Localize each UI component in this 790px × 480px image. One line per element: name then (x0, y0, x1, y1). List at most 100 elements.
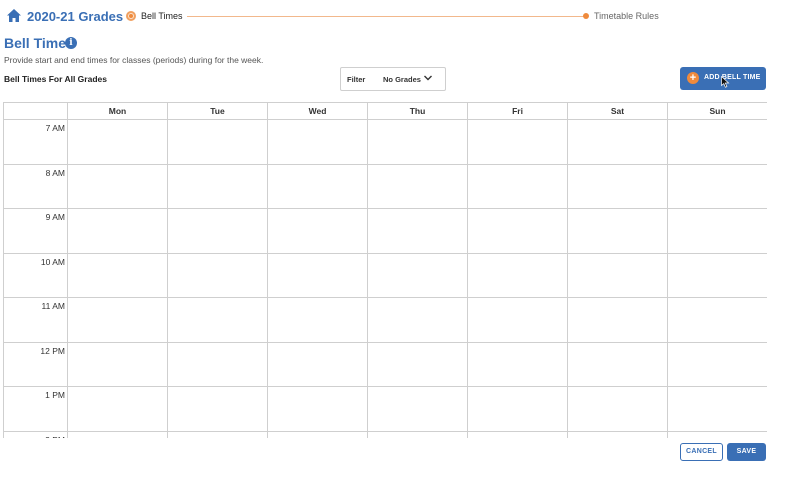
time-slot-mon[interactable] (68, 253, 168, 298)
step-bell-times[interactable]: Bell Times (141, 11, 183, 21)
step-next-icon (583, 13, 589, 19)
cancel-button[interactable]: CANCEL (680, 443, 723, 461)
plus-circle-icon: + (687, 72, 699, 84)
grade-title[interactable]: 2020-21 Grades (27, 9, 123, 24)
hour-label: 10 AM (40, 256, 65, 267)
time-slot-wed[interactable] (268, 120, 368, 165)
time-slot-fri[interactable] (468, 342, 568, 387)
time-slot-mon[interactable] (68, 298, 168, 343)
stepper-header: 2020-21 Grades Bell Times Timetable Rule… (0, 0, 790, 32)
step-timetable-rules[interactable]: Timetable Rules (594, 11, 659, 21)
time-slot-tue[interactable] (168, 431, 268, 438)
time-slot-fri[interactable] (468, 120, 568, 165)
time-slot-tue[interactable] (168, 298, 268, 343)
time-slot-sat[interactable] (568, 253, 668, 298)
time-slot-sat[interactable] (568, 342, 668, 387)
time-slot-sat[interactable] (568, 209, 668, 254)
time-slot-tue[interactable] (168, 387, 268, 432)
grade-filter-select[interactable]: Filter No Grades (340, 67, 446, 91)
day-header-thu: Thu (368, 103, 468, 120)
hour-label: 12 PM (40, 345, 65, 356)
time-slot-sun[interactable] (668, 254, 767, 298)
time-slot-wed[interactable] (268, 209, 368, 254)
time-slot-tue[interactable] (168, 253, 268, 298)
time-slot-mon[interactable] (68, 120, 168, 165)
time-slot-thu[interactable] (368, 298, 468, 343)
time-slot-sun[interactable] (668, 432, 767, 439)
time-row-label: 10 AM (4, 253, 68, 298)
time-slot-fri[interactable] (468, 209, 568, 254)
time-row-label: 7 AM (4, 120, 68, 165)
time-slot-mon[interactable] (68, 387, 168, 432)
time-slot-sun[interactable] (668, 387, 767, 432)
time-slot-sun[interactable] (668, 120, 767, 165)
time-slot-sat[interactable] (568, 120, 668, 165)
time-slot-thu[interactable] (368, 120, 468, 165)
time-slot-thu[interactable] (368, 342, 468, 387)
time-slot-tue[interactable] (168, 120, 268, 165)
time-slot-wed[interactable] (268, 431, 368, 438)
time-slot-sun[interactable] (668, 343, 767, 387)
time-slot-fri[interactable] (468, 164, 568, 209)
weekly-calendar: Mon Tue Wed Thu Fri Sat Sun 7 AM 8 AM 9 AM 10 AM 11… (3, 102, 767, 438)
time-slot-tue[interactable] (168, 342, 268, 387)
time-slot-wed[interactable] (268, 387, 368, 432)
time-row-label: 8 AM (4, 164, 68, 209)
filter-value: No Grades (383, 75, 421, 84)
time-row-label: 2 PM (4, 431, 68, 439)
filter-label: Filter (347, 75, 366, 84)
time-row-label: 12 PM (4, 342, 68, 387)
home-icon[interactable] (7, 9, 21, 22)
time-slot-fri[interactable] (468, 298, 568, 343)
time-slot-sat[interactable] (568, 164, 668, 209)
time-slot-mon[interactable] (68, 209, 168, 254)
day-header-wed: Wed (268, 103, 368, 120)
section-label: Bell Times For All Grades (4, 74, 107, 84)
time-slot-fri[interactable] (468, 431, 568, 438)
time-slot-thu[interactable] (368, 431, 468, 438)
calendar-corner-cell (4, 103, 68, 120)
bell-times-page: 2020-21 Grades Bell Times Timetable Rule… (0, 0, 790, 480)
time-slot-sun[interactable] (668, 209, 767, 254)
time-slot-mon[interactable] (68, 431, 168, 438)
hour-label: 1 PM (45, 390, 65, 400)
day-header-mon: Mon (68, 103, 168, 120)
time-slot-thu[interactable] (368, 164, 468, 209)
time-slot-thu[interactable] (368, 209, 468, 254)
time-row-label: 11 AM (4, 298, 68, 343)
time-slot-sun[interactable] (668, 165, 767, 209)
hour-label: 8 AM (45, 167, 65, 178)
time-slot-wed[interactable] (268, 253, 368, 298)
time-slot-thu[interactable] (368, 253, 468, 298)
time-slot-sat[interactable] (568, 431, 668, 438)
time-slot-tue[interactable] (168, 209, 268, 254)
time-slot-mon[interactable] (68, 342, 168, 387)
add-bell-time-label: ADD BELL TIME (704, 74, 761, 81)
hour-label: 11 AM (41, 301, 65, 311)
info-icon[interactable]: i (65, 37, 77, 49)
day-header-fri: Fri (468, 103, 568, 120)
time-slot-sun[interactable] (668, 298, 767, 343)
page-title: Bell Times (4, 35, 74, 51)
cursor-icon (721, 76, 730, 88)
hour-label: 7 AM (45, 123, 65, 133)
time-slot-fri[interactable] (468, 387, 568, 432)
time-slot-wed[interactable] (268, 298, 368, 343)
time-slot-thu[interactable] (368, 387, 468, 432)
time-slot-fri[interactable] (468, 253, 568, 298)
time-slot-tue[interactable] (168, 164, 268, 209)
time-slot-mon[interactable] (68, 164, 168, 209)
step-active-icon (126, 11, 136, 21)
hour-label: 9 AM (45, 212, 65, 222)
time-slot-sat[interactable] (568, 387, 668, 432)
time-slot-wed[interactable] (268, 164, 368, 209)
time-slot-sat[interactable] (568, 298, 668, 343)
time-slot-wed[interactable] (268, 342, 368, 387)
day-header-sun: Sun (668, 103, 767, 120)
day-header-tue: Tue (168, 103, 268, 120)
time-row-label: 9 AM (4, 209, 68, 254)
save-button[interactable]: SAVE (727, 443, 766, 461)
day-header-sat: Sat (568, 103, 668, 120)
time-row-label: 1 PM (4, 387, 68, 432)
hour-label: 2 PM (45, 435, 65, 439)
